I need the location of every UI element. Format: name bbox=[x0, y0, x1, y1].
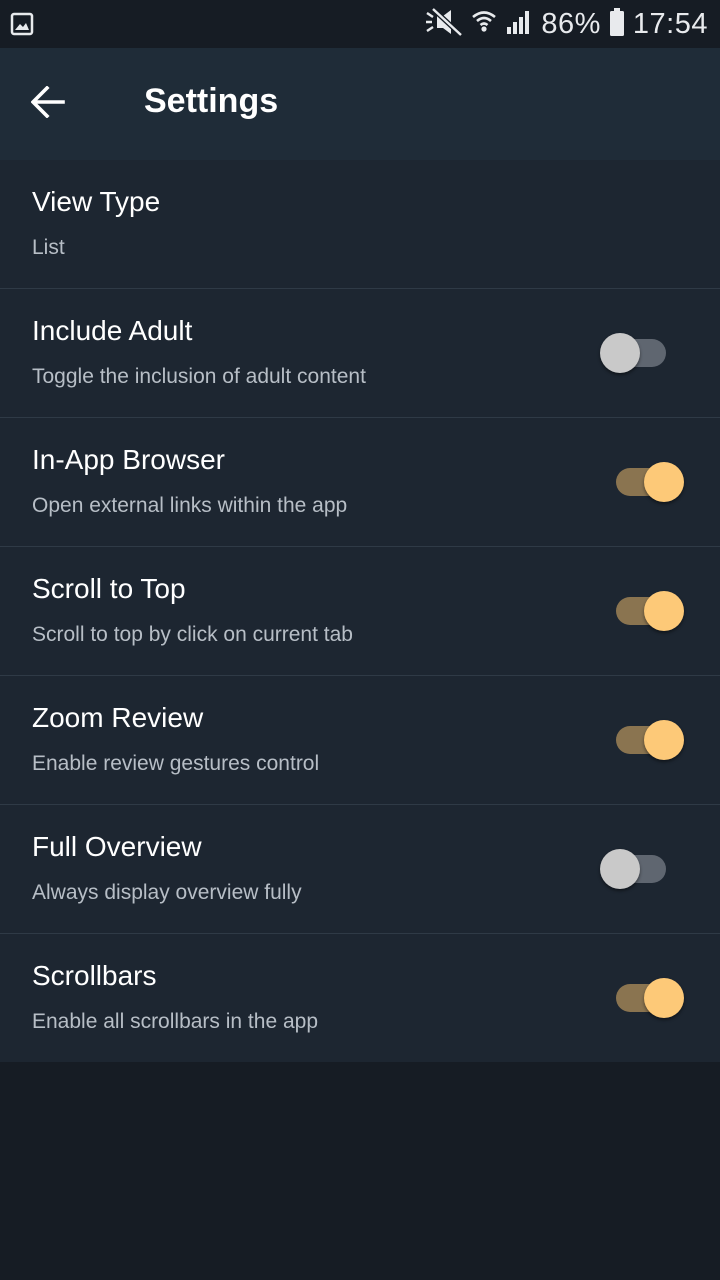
scrollbars-toggle[interactable] bbox=[600, 978, 684, 1018]
scroll-to-top-toggle[interactable] bbox=[600, 591, 684, 631]
image-icon bbox=[10, 12, 34, 36]
zoom-review-toggle[interactable] bbox=[600, 720, 684, 760]
setting-scrollbars[interactable]: Scrollbars Enable all scrollbars in the … bbox=[0, 934, 720, 1062]
setting-title: In-App Browser bbox=[32, 444, 225, 475]
setting-scroll-to-top[interactable]: Scroll to Top Scroll to top by click on … bbox=[0, 547, 720, 676]
setting-title: Scroll to Top bbox=[32, 573, 186, 604]
battery-icon bbox=[609, 7, 625, 42]
arrow-left-icon bbox=[30, 84, 65, 123]
mute-icon bbox=[425, 6, 464, 42]
setting-full-overview[interactable]: Full Overview Always display overview fu… bbox=[0, 805, 720, 934]
setting-description: Always display overview fully bbox=[32, 881, 302, 904]
page-title: Settings bbox=[144, 82, 279, 120]
signal-icon bbox=[505, 9, 533, 40]
setting-description: Open external links within the app bbox=[32, 494, 348, 517]
clock: 17:54 bbox=[632, 7, 708, 40]
back-button[interactable] bbox=[24, 80, 72, 128]
setting-title: View Type bbox=[32, 186, 161, 217]
setting-title: Full Overview bbox=[32, 831, 202, 862]
setting-zoom-review[interactable]: Zoom Review Enable review gestures contr… bbox=[0, 676, 720, 805]
wifi-icon bbox=[471, 8, 497, 41]
setting-description: Enable all scrollbars in the app bbox=[32, 1010, 319, 1033]
setting-include-adult[interactable]: Include Adult Toggle the inclusion of ad… bbox=[0, 289, 720, 418]
status-bar: 86% 17:54 bbox=[0, 0, 720, 48]
setting-value: List bbox=[32, 236, 65, 259]
full-overview-toggle[interactable] bbox=[600, 849, 684, 889]
setting-view-type[interactable]: View Type List bbox=[0, 160, 720, 289]
in-app-browser-toggle[interactable] bbox=[600, 462, 684, 502]
setting-description: Scroll to top by click on current tab bbox=[32, 623, 353, 646]
setting-description: Toggle the inclusion of adult content bbox=[32, 365, 366, 388]
setting-title: Zoom Review bbox=[32, 702, 204, 733]
app-bar: Settings bbox=[0, 48, 720, 160]
settings-list: View Type List Include Adult Toggle the … bbox=[0, 160, 720, 1062]
setting-description: Enable review gestures control bbox=[32, 752, 320, 775]
setting-title: Scrollbars bbox=[32, 960, 157, 991]
setting-title: Include Adult bbox=[32, 315, 193, 346]
battery-percent: 86% bbox=[541, 7, 601, 40]
include-adult-toggle[interactable] bbox=[600, 333, 684, 373]
setting-in-app-browser[interactable]: In-App Browser Open external links withi… bbox=[0, 418, 720, 547]
